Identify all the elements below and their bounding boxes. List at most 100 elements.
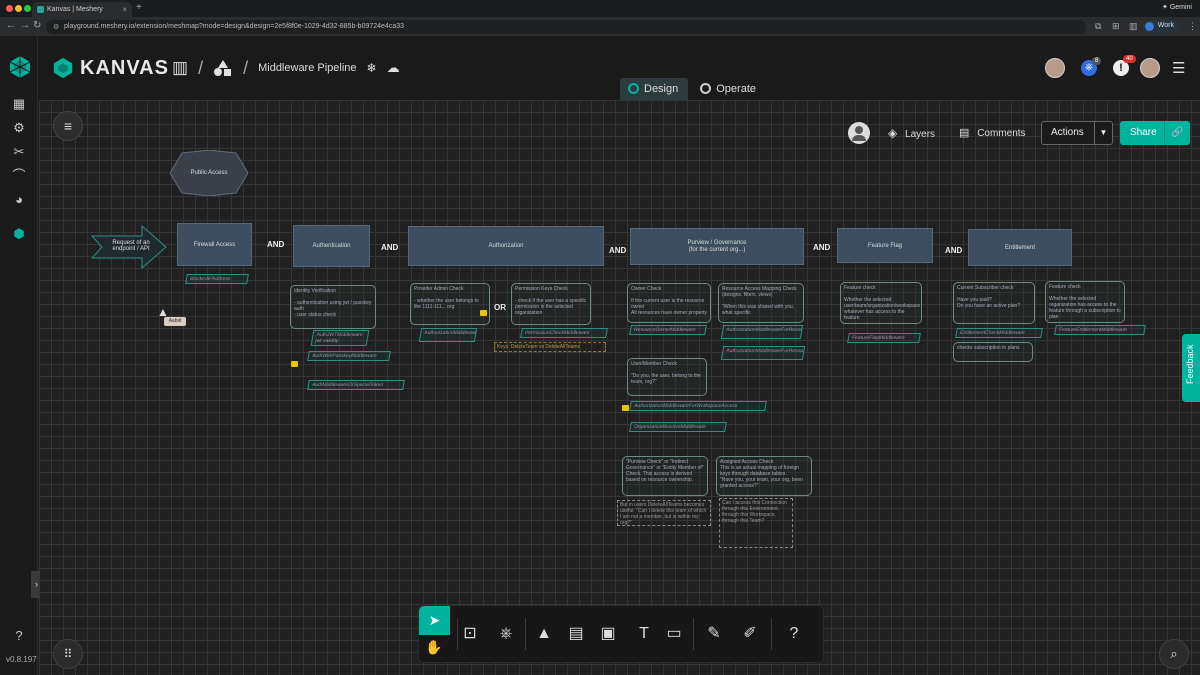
middleware-tag[interactable]: AuthJWTMiddleware jwt validity xyxy=(310,330,370,346)
pan-tool-icon[interactable]: ✋ xyxy=(425,639,442,656)
workspace-icon[interactable] xyxy=(213,59,233,77)
entitlement-feature-note[interactable]: Feature check Whether the selected organ… xyxy=(1045,281,1125,323)
comment-marker-icon[interactable] xyxy=(622,405,629,411)
stage-feature-flag[interactable]: Feature Flag xyxy=(837,228,933,263)
browser-menu-icon[interactable]: ⋮ xyxy=(1188,21,1197,32)
middleware-tag[interactable]: PermissionCheckMiddleware xyxy=(520,328,608,338)
user-presence-icon[interactable] xyxy=(848,122,870,144)
help-icon[interactable]: ? xyxy=(10,627,28,645)
purview-check-note[interactable]: "Purview Check" or "Indirect Governance"… xyxy=(622,456,708,496)
user-avatar[interactable] xyxy=(1140,58,1160,78)
cloud-sync-icon[interactable]: ☁ xyxy=(387,60,400,76)
app-menu-icon[interactable]: ☰ xyxy=(1172,59,1185,77)
comment-tool-icon[interactable]: ▤ xyxy=(565,623,587,645)
permission-keys-note[interactable]: Permission Keys Check - check if the use… xyxy=(511,283,591,325)
browser-tab[interactable]: Kanvas | Meshery × xyxy=(32,2,132,17)
gemini-button[interactable]: ✦ Gemini xyxy=(1162,3,1192,11)
stage-entitlement[interactable]: Entitlement xyxy=(968,229,1072,266)
address-bar[interactable]: ⚙ playground.meshery.io/extension/meshma… xyxy=(46,20,1086,34)
sidepanel-icon[interactable]: ▥ xyxy=(1129,21,1138,32)
kubernetes-tool-icon[interactable]: ⎈ xyxy=(495,623,517,645)
stage-authorization[interactable]: Authorization xyxy=(408,226,604,266)
subscription-note[interactable]: checks subscription to plans xyxy=(953,342,1033,362)
copy-link-icon[interactable]: 🔗 xyxy=(1164,121,1190,145)
middleware-tag[interactable]: AuthWithPasskeyMiddleware xyxy=(307,351,391,361)
image-tool-icon[interactable]: ▣ xyxy=(597,623,619,645)
purview-dotted-note[interactable]: But in users DeleteAllTeams becomes usef… xyxy=(617,500,711,526)
stage-firewall-access[interactable]: Firewall Access xyxy=(177,223,252,266)
reload-icon[interactable]: ↻ xyxy=(33,20,41,31)
back-arrow-icon[interactable]: ← xyxy=(6,20,16,31)
assigned-dotted-note[interactable]: Can I access this Connection through thi… xyxy=(719,498,793,548)
text-tool-icon[interactable]: T xyxy=(633,623,655,645)
subscriber-check-note[interactable]: Current Subscriber check Have you paid? … xyxy=(953,282,1035,324)
canvas-menu-button[interactable]: ≡ xyxy=(53,111,83,141)
puzzle-icon[interactable]: ⊞ xyxy=(1112,21,1120,32)
share-button[interactable]: Share 🔗 xyxy=(1120,121,1190,145)
owner-check-note[interactable]: Owner Check If the current user is the r… xyxy=(627,283,711,323)
middleware-tag[interactable]: AuthorizationMiddlewareForWorkspaceAcces… xyxy=(629,401,767,411)
apps-grid-icon[interactable]: ⠿ xyxy=(53,639,83,669)
minimize-window-button[interactable] xyxy=(15,5,22,12)
middleware-tag[interactable]: EntitlementCheckMiddleware xyxy=(955,328,1043,338)
middleware-tag[interactable]: ResourceOwnerMiddleware xyxy=(629,325,707,335)
stage-authentication[interactable]: Authentication xyxy=(293,225,370,267)
actions-dropdown-icon[interactable]: ▼ xyxy=(1094,122,1112,144)
configuration-icon[interactable]: ✂ xyxy=(10,143,28,161)
assigned-access-note[interactable]: Assigned Access Check This is an actual … xyxy=(716,456,812,496)
middleware-tag[interactable]: BlockedIPAddress xyxy=(185,274,249,284)
address-bar-url: playground.meshery.io/extension/meshmap?… xyxy=(64,23,405,30)
kanvas-nav-icon[interactable]: ⬢ xyxy=(10,225,28,243)
feature-check-note[interactable]: Feature check Whether the selected user/… xyxy=(840,282,922,324)
lifecycle-icon[interactable]: ⚙ xyxy=(10,119,28,137)
tab-operate[interactable]: Operate xyxy=(692,78,766,100)
gemini-label: Gemini xyxy=(1169,4,1192,11)
layers-button[interactable]: ◈ Layers xyxy=(888,121,935,145)
site-info-icon[interactable]: ⚙ xyxy=(53,23,59,31)
tab-design[interactable]: Design xyxy=(620,78,689,100)
middleware-tag[interactable]: AuthorizationMiddlewareForResourceAccess… xyxy=(720,346,806,360)
feedback-button[interactable]: Feedback xyxy=(1182,334,1200,402)
section-tool-icon[interactable]: ▭ xyxy=(663,623,685,645)
collaborator-avatar[interactable] xyxy=(1045,58,1065,78)
comment-marker-icon[interactable] xyxy=(480,310,487,316)
middleware-tag[interactable]: AuthorizationMiddlewareForAdmin xyxy=(418,328,478,342)
extensions-icon[interactable]: ⧉ xyxy=(1095,21,1101,32)
close-window-button[interactable] xyxy=(6,5,13,12)
shapes-tool-icon[interactable]: ▲ xyxy=(533,623,555,645)
select-tool-icon[interactable]: ➤ xyxy=(419,606,450,635)
kanvas-brand[interactable]: KANVAS xyxy=(52,56,169,80)
profile-button[interactable]: Work xyxy=(1141,20,1180,33)
help-tool-icon[interactable]: ? xyxy=(783,623,805,645)
and-connector: AND xyxy=(609,246,627,255)
user-member-note[interactable]: User/Member Check "Do you, the user, bel… xyxy=(627,358,707,396)
stage-purview-governance[interactable]: Purview / Governance (for the current or… xyxy=(630,228,804,265)
middleware-tag[interactable]: OrganizationResolveMiddleware xyxy=(629,422,727,432)
new-tab-button[interactable]: + xyxy=(136,2,142,13)
keys-dotted-note[interactable]: Keys: DeleteTeam vs DeleteAllTeams xyxy=(494,342,606,352)
middleware-tag[interactable]: AuthMiddlewareOrSpecialToken xyxy=(307,380,405,390)
dashboard-icon[interactable]: ▦ xyxy=(10,95,28,113)
maximize-window-button[interactable] xyxy=(24,5,31,12)
identity-verification-note[interactable]: Identity Verification - authentication u… xyxy=(290,285,376,329)
resource-access-note[interactable]: Resource Access Mapping Check (designs, … xyxy=(718,283,804,323)
comments-button[interactable]: ▤ Comments xyxy=(959,121,1026,145)
design-name[interactable]: Middleware Pipeline xyxy=(258,62,356,74)
actions-button[interactable]: Actions ▼ xyxy=(1041,121,1113,145)
meshery-logo-icon[interactable] xyxy=(8,55,32,79)
freehand-tool-icon[interactable]: ✎ xyxy=(703,623,725,645)
organization-icon[interactable]: ▥ xyxy=(172,58,188,78)
extensions-nav-icon[interactable]: ◕ xyxy=(10,191,28,209)
performance-icon[interactable]: ⌒ xyxy=(10,167,28,185)
middleware-tag[interactable]: FeatureFlagMiddleware xyxy=(847,333,921,343)
edit-tool-icon[interactable]: ✐ xyxy=(739,623,761,645)
zoom-search-icon[interactable]: ⌕ xyxy=(1159,639,1189,669)
middleware-tag[interactable]: AuthorizationMiddlewareForResourceAccess xyxy=(720,325,804,339)
design-settings-icon[interactable]: ❄ xyxy=(367,61,377,75)
comment-marker-icon[interactable] xyxy=(291,361,298,367)
middleware-tag[interactable]: FeatureEntitlementMiddleware xyxy=(1054,325,1146,335)
components-tool-icon[interactable]: ⊡ xyxy=(459,623,481,645)
forward-arrow-icon[interactable]: → xyxy=(20,20,30,31)
close-tab-icon[interactable]: × xyxy=(122,5,127,14)
provider-admin-note[interactable]: Provider Admin Check - whether the user … xyxy=(410,283,490,325)
